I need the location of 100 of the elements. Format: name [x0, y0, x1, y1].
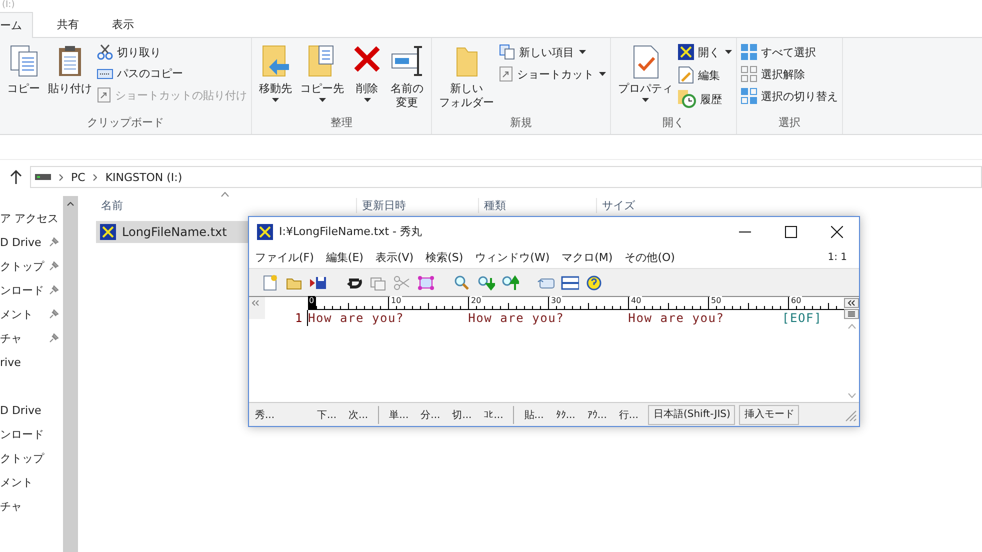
ribbon-button[interactable]: 新しい項目	[499, 42, 606, 62]
status-button[interactable]: ﾀｸ...	[550, 408, 582, 420]
status-button[interactable]: ｱｳ...	[581, 408, 613, 420]
ruler-label: 20	[470, 296, 482, 305]
column-header[interactable]: 種類	[478, 198, 596, 212]
document-check-icon	[632, 44, 660, 78]
ribbon-button[interactable]: 選択の切り替え	[741, 86, 838, 106]
cursor-position: 1: 1	[828, 252, 848, 262]
close-icon[interactable]	[831, 226, 843, 238]
ribbon-button[interactable]: 切り取り	[97, 42, 247, 62]
ribbon-tab[interactable]: ーム	[0, 12, 33, 38]
dropdown-caret-icon	[318, 98, 326, 102]
status-button[interactable]: ｺﾋ...	[478, 408, 510, 420]
breadcrumb-item[interactable]: KINGSTON (I:)	[105, 170, 182, 184]
menu-item[interactable]: ウィンドウ(W)	[475, 250, 550, 264]
status-button[interactable]: 秀...	[249, 408, 311, 422]
dropdown-caret-icon	[272, 98, 279, 102]
address-bar[interactable]: PC KINGSTON (I:)	[30, 166, 982, 188]
ruler-label: 0	[308, 296, 316, 305]
search-up-icon[interactable]	[501, 274, 519, 292]
file-row[interactable]: LongFileName.txt	[96, 221, 248, 243]
nav-item[interactable]: メント	[0, 474, 33, 490]
column-header[interactable]: 名前	[96, 198, 356, 212]
grid-outline-icon	[741, 66, 757, 82]
scissors-icon	[97, 44, 113, 60]
ribbon-button[interactable]: すべて選択	[741, 42, 838, 62]
ribbon-button[interactable]: コピー	[4, 42, 43, 115]
ruler-label: 60	[790, 296, 802, 305]
nav-item[interactable]: クトップ	[0, 450, 44, 466]
menu-item[interactable]: マクロ(M)	[562, 250, 613, 264]
ribbon-button[interactable]: パスのコピー	[97, 64, 247, 83]
nav-item[interactable]: ア アクセス	[0, 210, 58, 226]
caret-up-icon[interactable]	[67, 202, 74, 206]
ruler-label: 30	[550, 296, 562, 305]
menu-item[interactable]: ファイル(F)	[255, 250, 314, 264]
status-button[interactable]: 切...	[446, 408, 478, 422]
pencil-document-icon	[678, 66, 694, 84]
resize-grip-icon[interactable]	[843, 408, 857, 422]
menu-item[interactable]: 編集(E)	[326, 250, 364, 264]
nav-item[interactable]: クトップ	[0, 258, 44, 274]
status-button[interactable]: 行...	[612, 408, 644, 422]
dropdown-caret-icon	[642, 98, 649, 102]
ribbon-button[interactable]: 編集	[678, 64, 732, 86]
search-icon[interactable]	[453, 274, 471, 292]
nav-item[interactable]: ンロード	[0, 282, 44, 298]
shortcut-icon	[97, 87, 111, 103]
shortcut-icon	[499, 66, 513, 82]
sort-caret-icon	[221, 192, 229, 197]
folder-arrow-icon	[260, 44, 290, 78]
nav-item[interactable]: チャ	[0, 498, 22, 514]
text-line: How are you? How are you? How are you?	[308, 310, 724, 326]
status-button[interactable]: 貼...	[518, 408, 550, 422]
help-icon[interactable]	[585, 274, 603, 292]
double-chevron-icon[interactable]	[844, 298, 859, 308]
status-button[interactable]: 単...	[383, 408, 415, 422]
ribbon-button[interactable]: コピー先	[297, 42, 347, 115]
ribbon-tab[interactable]: 表示	[112, 12, 153, 37]
nav-item[interactable]: rive	[0, 356, 21, 368]
documents-icon	[8, 44, 38, 78]
app-icon	[678, 44, 694, 60]
menu-item[interactable]: その他(O)	[624, 250, 675, 264]
window-split-icon[interactable]	[561, 274, 579, 292]
paste-icon[interactable]	[417, 274, 435, 292]
new-file-icon[interactable]	[261, 274, 279, 292]
grid-icon	[741, 88, 757, 104]
search-down-icon[interactable]	[477, 274, 495, 292]
ribbon-button[interactable]: ショートカット	[499, 64, 606, 84]
status-button[interactable]: 下...	[311, 408, 343, 422]
column-header[interactable]: 更新日時	[356, 198, 478, 212]
clipboard-icon	[57, 44, 83, 78]
ribbon-button[interactable]: 削除	[349, 42, 385, 115]
ribbon-button[interactable]: 履歴	[678, 88, 732, 110]
nav-item[interactable]: D Drive	[0, 236, 42, 248]
ribbon-button[interactable]: 新しい フォルダー	[436, 42, 497, 115]
status-button[interactable]: 分...	[414, 408, 446, 422]
nav-item[interactable]: D Drive	[0, 404, 42, 416]
column-header[interactable]: サイズ	[596, 198, 672, 212]
scrollbar[interactable]	[844, 297, 859, 402]
nav-item[interactable]: ンロード	[0, 426, 44, 442]
group-label: 開く	[662, 115, 686, 131]
dropdown-caret-icon	[599, 72, 606, 76]
nav-item[interactable]: メント	[0, 306, 33, 322]
maximize-icon[interactable]	[785, 226, 797, 238]
ribbon-tab[interactable]: 共有	[57, 12, 98, 37]
scissors-icon[interactable]	[393, 274, 411, 292]
scrollbar[interactable]	[63, 196, 78, 552]
ribbon-button[interactable]: 貼り付け	[45, 42, 95, 115]
breadcrumb-item[interactable]: PC	[71, 170, 86, 184]
caret-down-icon[interactable]	[848, 393, 856, 398]
ribbon-button[interactable]: 選択解除	[741, 64, 838, 84]
ribbon-button[interactable]: プロパティ	[615, 42, 676, 115]
menu-item[interactable]: 検索(S)	[426, 250, 464, 264]
ribbon-button[interactable]: 名前の 変更	[387, 42, 427, 115]
status-button[interactable]: 次...	[342, 408, 374, 422]
list-icon[interactable]	[844, 309, 859, 319]
menu-item[interactable]: 表示(V)	[375, 250, 414, 264]
ribbon-button[interactable]: 移動先	[256, 42, 295, 115]
ribbon-button[interactable]: 開く	[678, 42, 732, 62]
up-arrow-icon[interactable]	[10, 170, 22, 184]
nav-item[interactable]: チャ	[0, 330, 22, 346]
